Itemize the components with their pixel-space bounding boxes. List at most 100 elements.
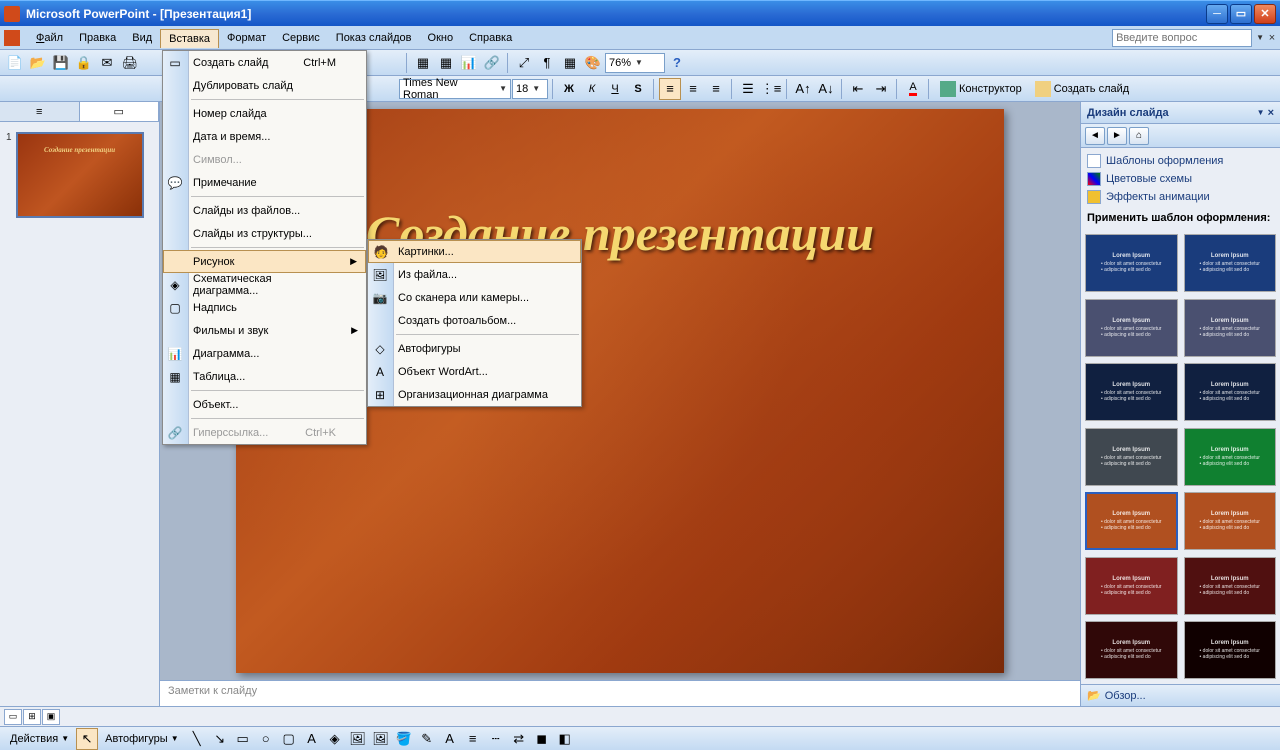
template-thumbnail[interactable]: Lorem Ipsum• dolor sit amet consectetur•…	[1184, 428, 1277, 486]
template-thumbnail[interactable]: Lorem Ipsum• dolor sit amet consectetur•…	[1184, 234, 1277, 292]
align-center-button[interactable]: ≡	[682, 78, 704, 100]
mi-dup-slide[interactable]: Дублировать слайд	[163, 74, 366, 97]
bullets-button[interactable]: ⋮≡	[760, 78, 782, 100]
fill-color-button[interactable]: 🪣	[393, 728, 415, 750]
menu-help[interactable]: Справка	[461, 29, 520, 47]
smi-org-chart[interactable]: ⊞Организационная диаграмма	[368, 383, 581, 406]
slide-thumbnail-1[interactable]: Создание презентации	[16, 132, 144, 218]
mi-create-slide[interactable]: ▭Создать слайдCtrl+M	[163, 51, 366, 74]
font-color-button[interactable]: A	[902, 78, 924, 100]
nav-back-button[interactable]: ◄	[1085, 127, 1105, 145]
font-color-draw-button[interactable]: A	[439, 728, 461, 750]
menu-format[interactable]: Формат	[219, 29, 274, 47]
shadow-button[interactable]: S	[627, 78, 649, 100]
expand-button[interactable]: ⤢	[513, 52, 535, 74]
italic-button[interactable]: К	[581, 78, 603, 100]
save-button[interactable]: 💾	[50, 52, 72, 74]
line-button[interactable]: ╲	[186, 728, 208, 750]
new-slide-button[interactable]: Создать слайд	[1029, 78, 1135, 100]
font-size-combo[interactable]: 18▼	[512, 79, 548, 99]
color-button[interactable]: 🎨	[582, 52, 604, 74]
line-style-button[interactable]: ≡	[462, 728, 484, 750]
mi-chart[interactable]: 📊Диаграмма...	[163, 342, 366, 365]
menu-slideshow[interactable]: Показ слайдов	[328, 29, 420, 47]
rect-button[interactable]: ▭	[232, 728, 254, 750]
menu-view[interactable]: Вид	[124, 29, 160, 47]
mi-diagram[interactable]: ◈Схематическая диаграмма...	[163, 273, 366, 296]
smi-autoshapes[interactable]: ◇Автофигуры	[368, 337, 581, 360]
font-combo[interactable]: Times New Roman▼	[399, 79, 511, 99]
diagram-button[interactable]: ◈	[324, 728, 346, 750]
decrease-font-button[interactable]: A↓	[815, 78, 837, 100]
mi-object[interactable]: Объект...	[163, 393, 366, 416]
outline-tab[interactable]: ≡	[0, 102, 80, 121]
select-button[interactable]: ↖	[76, 728, 98, 750]
smi-wordart[interactable]: AОбъект WordArt...	[368, 360, 581, 383]
wordart-button[interactable]: A	[301, 728, 323, 750]
hyperlink-button[interactable]: 🔗	[481, 52, 503, 74]
permission-button[interactable]: 🔒	[73, 52, 95, 74]
help-button[interactable]: ?	[666, 52, 688, 74]
zoom-combo[interactable]: 76%▼	[605, 53, 665, 73]
email-button[interactable]: ✉	[96, 52, 118, 74]
arrow-button[interactable]: ↘	[209, 728, 231, 750]
align-right-button[interactable]: ≡	[705, 78, 727, 100]
template-thumbnail[interactable]: Lorem Ipsum• dolor sit amet consectetur•…	[1085, 299, 1178, 357]
arrow-style-button[interactable]: ⇄	[508, 728, 530, 750]
close-button[interactable]: ✕	[1254, 4, 1276, 24]
bold-button[interactable]: Ж	[558, 78, 580, 100]
textbox-button[interactable]: ▢	[278, 728, 300, 750]
shadow-style-button[interactable]: ◼	[531, 728, 553, 750]
smi-photo-album[interactable]: Создать фотоальбом...	[368, 309, 581, 332]
nav-fwd-button[interactable]: ►	[1107, 127, 1127, 145]
print-button[interactable]: 🖨	[119, 52, 141, 74]
maximize-button[interactable]: ▭	[1230, 4, 1252, 24]
nav-home-button[interactable]: ⌂	[1129, 127, 1149, 145]
actions-menu[interactable]: Действия ▼	[4, 728, 75, 750]
mi-slide-number[interactable]: Номер слайда	[163, 102, 366, 125]
menu-window[interactable]: Окно	[420, 29, 462, 47]
template-thumbnail[interactable]: Lorem Ipsum• dolor sit amet consectetur•…	[1085, 428, 1178, 486]
slides-tab[interactable]: ▭	[80, 102, 160, 121]
template-thumbnail[interactable]: Lorem Ipsum• dolor sit amet consectetur•…	[1184, 299, 1277, 357]
smi-from-scanner[interactable]: 📷Со сканера или камеры...	[368, 286, 581, 309]
picture-button[interactable]: 🖼	[370, 728, 392, 750]
menu-file[interactable]: Файл	[28, 29, 71, 47]
show-formatting-button[interactable]: ¶	[536, 52, 558, 74]
mi-textbox[interactable]: ▢Надпись	[163, 296, 366, 319]
task-pane-dd-icon[interactable]: ▼	[1257, 108, 1265, 117]
mi-table[interactable]: ▦Таблица...	[163, 365, 366, 388]
decrease-indent-button[interactable]: ⇤	[847, 78, 869, 100]
mi-picture[interactable]: Рисунок▶	[163, 250, 366, 273]
link-anim-effects[interactable]: Эффекты анимации	[1087, 190, 1274, 204]
template-thumbnail[interactable]: Lorem Ipsum• dolor sit amet consectetur•…	[1184, 557, 1277, 615]
smi-clipart[interactable]: 🧑Картинки...	[368, 240, 581, 263]
mi-date-time[interactable]: Дата и время...	[163, 125, 366, 148]
smi-from-file[interactable]: 🖼Из файла...	[368, 263, 581, 286]
link-templates[interactable]: Шаблоны оформления	[1087, 154, 1274, 168]
browse-link[interactable]: Обзор...	[1105, 690, 1146, 702]
sorter-view-button[interactable]: ⊞	[23, 709, 41, 725]
mi-slides-from-files[interactable]: Слайды из файлов...	[163, 199, 366, 222]
mi-note[interactable]: 💬Примечание	[163, 171, 366, 194]
template-thumbnail[interactable]: Lorem Ipsum• dolor sit amet consectetur•…	[1184, 492, 1277, 550]
tables-button[interactable]: ▦	[412, 52, 434, 74]
numbering-button[interactable]: ☰	[737, 78, 759, 100]
designer-button[interactable]: Конструктор	[934, 78, 1028, 100]
normal-view-button[interactable]: ▭	[4, 709, 22, 725]
template-thumbnail[interactable]: Lorem Ipsum• dolor sit amet consectetur•…	[1085, 621, 1178, 679]
mi-movies-sound[interactable]: Фильмы и звук▶	[163, 319, 366, 342]
increase-font-button[interactable]: A↑	[792, 78, 814, 100]
grid-button[interactable]: ▦	[559, 52, 581, 74]
template-thumbnail[interactable]: Lorem Ipsum• dolor sit amet consectetur•…	[1184, 363, 1277, 421]
template-thumbnail[interactable]: Lorem Ipsum• dolor sit amet consectetur•…	[1085, 557, 1178, 615]
template-thumbnail[interactable]: Lorem Ipsum• dolor sit amet consectetur•…	[1085, 234, 1178, 292]
slideshow-view-button[interactable]: ▣	[42, 709, 60, 725]
notes-area[interactable]: Заметки к слайду	[160, 680, 1080, 706]
align-left-button[interactable]: ≡	[659, 78, 681, 100]
table-insert-button[interactable]: ▦	[435, 52, 457, 74]
3d-style-button[interactable]: ◧	[554, 728, 576, 750]
menu-tools[interactable]: Сервис	[274, 29, 328, 47]
underline-button[interactable]: Ч	[604, 78, 626, 100]
help-question-input[interactable]	[1112, 29, 1252, 47]
